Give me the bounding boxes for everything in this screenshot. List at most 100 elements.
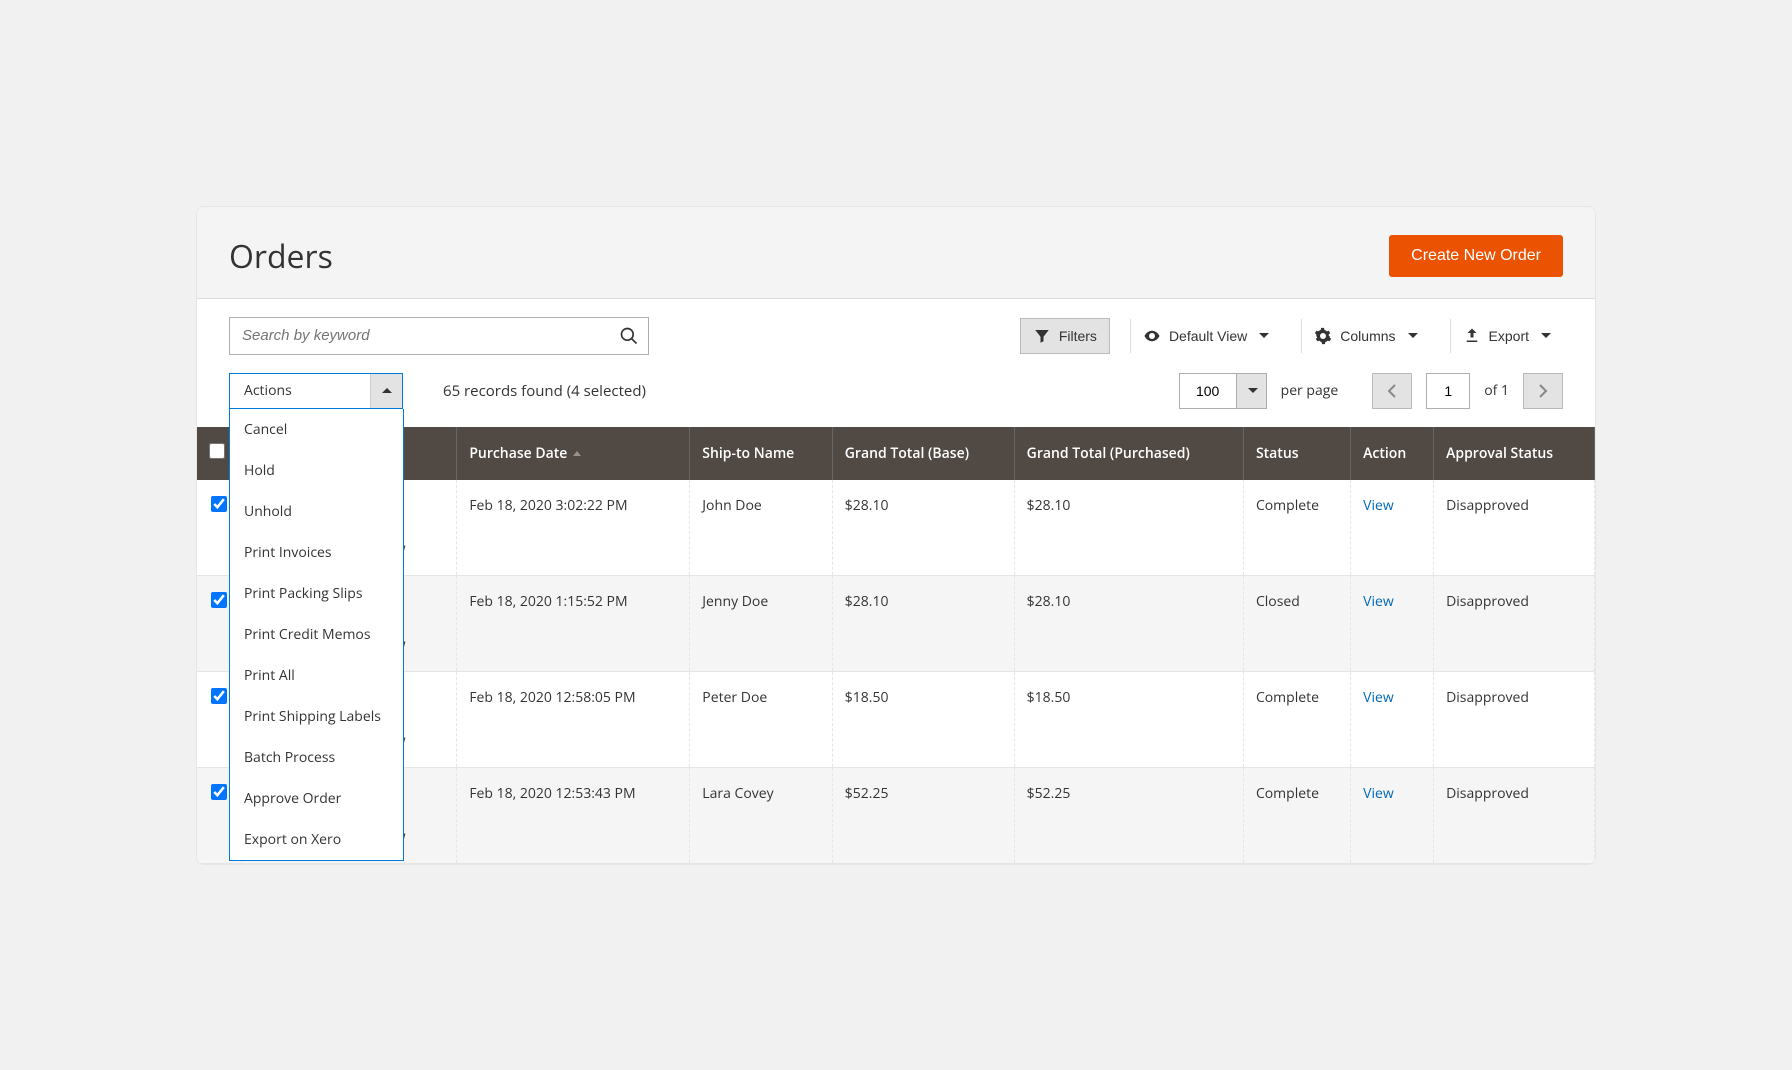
status-cell: Complete [1243, 480, 1350, 576]
grand-total-base-cell: $28.10 [832, 575, 1014, 671]
table-row[interactable]: Main Website Main Website Store Default … [197, 671, 1595, 767]
actions-menu-item[interactable]: Print Invoices [230, 532, 403, 573]
actions-menu: CancelHoldUnholdPrint InvoicesPrint Pack… [229, 409, 404, 861]
search-input[interactable] [229, 317, 649, 355]
export-label: Export [1489, 328, 1529, 344]
filters-button[interactable]: Filters [1020, 318, 1110, 354]
row-checkbox[interactable] [211, 784, 227, 800]
funnel-icon [1033, 327, 1051, 345]
purchase-date-cell: Feb 18, 2020 12:58:05 PM [457, 671, 690, 767]
orders-grid: Purchase Point Purchase Date Ship-to Nam… [197, 427, 1595, 864]
export-button[interactable]: Export [1450, 319, 1563, 353]
actions-menu-item[interactable]: Hold [230, 450, 403, 491]
caret-down-icon [1259, 333, 1269, 338]
caret-down-icon [1248, 388, 1258, 393]
row-checkbox[interactable] [211, 592, 227, 608]
view-link[interactable]: View [1363, 688, 1394, 707]
actions-menu-item[interactable]: Print Credit Memos [230, 614, 403, 655]
columns-label: Columns [1340, 328, 1395, 344]
table-row[interactable]: Main Website Main Website Store Default … [197, 480, 1595, 576]
grand-total-base-cell: $28.10 [832, 480, 1014, 576]
page-title: Orders [229, 235, 333, 278]
actions-menu-item[interactable]: Print Shipping Labels [230, 696, 403, 737]
col-approval-status[interactable]: Approval Status [1434, 427, 1595, 480]
orders-panel: Orders Create New Order Filters [196, 206, 1596, 865]
prev-page-button[interactable] [1372, 373, 1412, 409]
col-status[interactable]: Status [1243, 427, 1350, 480]
row-checkbox[interactable] [211, 688, 227, 704]
grand-total-purchased-cell: $18.50 [1014, 671, 1243, 767]
default-view-label: Default View [1169, 328, 1247, 344]
col-purchase-date[interactable]: Purchase Date [457, 427, 690, 480]
grand-total-purchased-cell: $28.10 [1014, 480, 1243, 576]
actions-menu-item[interactable]: Cancel [230, 409, 403, 450]
col-grand-total-purchased[interactable]: Grand Total (Purchased) [1014, 427, 1243, 480]
actions-menu-item[interactable]: Print Packing Slips [230, 573, 403, 614]
of-pages-label: of 1 [1484, 381, 1509, 400]
col-ship-to[interactable]: Ship-to Name [690, 427, 832, 480]
actions-row: Actions 65 records found (4 selected) pe… [197, 355, 1595, 427]
actions-menu-item[interactable]: Batch Process [230, 737, 403, 778]
default-view-button[interactable]: Default View [1130, 319, 1281, 353]
export-icon [1463, 327, 1481, 345]
view-link[interactable]: View [1363, 592, 1394, 611]
caret-down-icon [1408, 333, 1418, 338]
next-page-button[interactable] [1523, 373, 1563, 409]
status-cell: Closed [1243, 575, 1350, 671]
select-all-checkbox[interactable] [209, 443, 225, 459]
grand-total-purchased-cell: $52.25 [1014, 767, 1243, 863]
page-number-input[interactable] [1426, 373, 1470, 409]
status-cell: Complete [1243, 767, 1350, 863]
paging: per page of 1 [1179, 373, 1563, 409]
eye-icon [1143, 327, 1161, 345]
approval-cell: Disapproved [1434, 767, 1595, 863]
columns-button[interactable]: Columns [1301, 319, 1429, 353]
action-cell: View [1351, 575, 1434, 671]
table-row[interactable]: Main Website Main Website Store Default … [197, 767, 1595, 863]
grid-wrap: Purchase Point Purchase Date Ship-to Nam… [197, 427, 1595, 864]
chevron-left-icon [1387, 384, 1397, 398]
control-group: Filters Default View Columns [1020, 318, 1563, 354]
actions-left: Actions 65 records found (4 selected) [229, 373, 646, 409]
action-cell: View [1351, 480, 1434, 576]
approval-cell: Disapproved [1434, 480, 1595, 576]
action-cell: View [1351, 671, 1434, 767]
action-cell: View [1351, 767, 1434, 863]
grand-total-purchased-cell: $28.10 [1014, 575, 1243, 671]
actions-arrow[interactable] [370, 374, 402, 408]
actions-menu-item[interactable]: Export on Xero [230, 819, 403, 860]
page-size-input[interactable] [1180, 374, 1236, 408]
grand-total-base-cell: $18.50 [832, 671, 1014, 767]
status-cell: Complete [1243, 671, 1350, 767]
create-new-order-button[interactable]: Create New Order [1389, 235, 1563, 277]
actions-menu-item[interactable]: Approve Order [230, 778, 403, 819]
chevron-right-icon [1538, 384, 1548, 398]
actions-menu-item[interactable]: Unhold [230, 491, 403, 532]
actions-label: Actions [230, 374, 370, 408]
row-checkbox[interactable] [211, 496, 227, 512]
filters-label: Filters [1059, 328, 1097, 344]
grand-total-base-cell: $52.25 [832, 767, 1014, 863]
ship-to-cell: John Doe [690, 480, 832, 576]
page-size-arrow[interactable] [1236, 374, 1266, 408]
actions-dropdown[interactable]: Actions [229, 373, 403, 409]
table-row[interactable]: Main Website Main Website Store Default … [197, 575, 1595, 671]
col-grand-total-base[interactable]: Grand Total (Base) [832, 427, 1014, 480]
ship-to-cell: Lara Covey [690, 767, 832, 863]
col-action[interactable]: Action [1351, 427, 1434, 480]
approval-cell: Disapproved [1434, 671, 1595, 767]
search-icon[interactable] [619, 326, 639, 346]
ship-to-cell: Jenny Doe [690, 575, 832, 671]
controls-row: Filters Default View Columns [197, 299, 1595, 355]
gear-icon [1314, 327, 1332, 345]
ship-to-cell: Peter Doe [690, 671, 832, 767]
page-size-select[interactable] [1179, 373, 1267, 409]
view-link[interactable]: View [1363, 496, 1394, 515]
actions-menu-item[interactable]: Print All [230, 655, 403, 696]
search-wrap [229, 317, 649, 355]
per-page-label: per page [1281, 381, 1339, 400]
page-header: Orders Create New Order [197, 207, 1595, 299]
caret-up-icon [382, 388, 392, 393]
caret-down-icon [1541, 333, 1551, 338]
view-link[interactable]: View [1363, 784, 1394, 803]
